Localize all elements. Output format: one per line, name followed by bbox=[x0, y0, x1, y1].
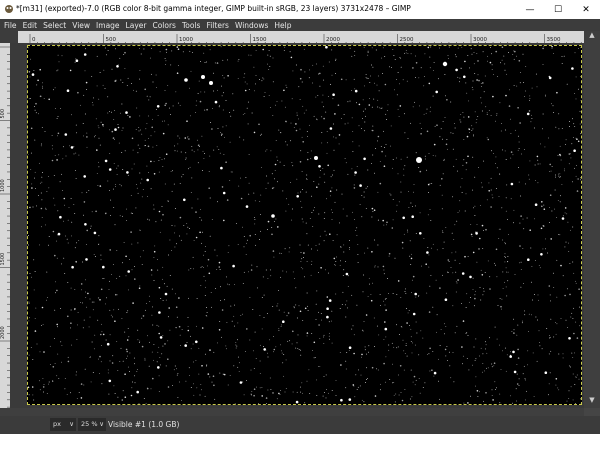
gimp-app-icon bbox=[5, 5, 13, 13]
menu-filters[interactable]: Filters bbox=[206, 21, 228, 30]
canvas-area[interactable] bbox=[10, 43, 584, 408]
v-ruler-label: 500 bbox=[0, 109, 6, 119]
gimp-window: *[m31] (exported)-7.0 (RGB color 8-bit g… bbox=[0, 0, 600, 454]
scroll-down-icon[interactable]: ▼ bbox=[584, 396, 600, 408]
menu-edit[interactable]: Edit bbox=[23, 21, 38, 30]
menu-select[interactable]: Select bbox=[43, 21, 66, 30]
window-title: *[m31] (exported)-7.0 (RGB color 8-bit g… bbox=[16, 4, 411, 13]
menu-tools[interactable]: Tools bbox=[182, 21, 200, 30]
minimize-icon: — bbox=[525, 4, 535, 15]
menu-colors[interactable]: Colors bbox=[152, 21, 176, 30]
scroll-up-icon[interactable]: ▲ bbox=[584, 31, 600, 43]
horizontal-scrollbar[interactable] bbox=[0, 408, 584, 416]
desktop-strip bbox=[0, 434, 600, 454]
maximize-icon: ☐ bbox=[553, 4, 563, 15]
maximize-button[interactable]: ☐ bbox=[544, 0, 572, 19]
menu-windows[interactable]: Windows bbox=[235, 21, 268, 30]
unit-select[interactable]: px ∨ bbox=[50, 418, 76, 431]
starfield-image bbox=[28, 46, 581, 404]
status-bar: px ∨ 25 % ∨ Visible #1 (1.0 GB) bbox=[0, 416, 600, 434]
minimize-button[interactable]: — bbox=[516, 0, 544, 19]
zoom-select[interactable]: 25 % ∨ bbox=[78, 418, 106, 431]
menu-view[interactable]: View bbox=[72, 21, 90, 30]
vertical-scrollbar[interactable]: ▲ ▼ bbox=[584, 31, 600, 408]
v-ruler-label: 1000 bbox=[0, 179, 6, 192]
quick-mask-corner[interactable] bbox=[0, 31, 18, 43]
unit-value: px bbox=[53, 420, 61, 428]
title-bar: *[m31] (exported)-7.0 (RGB color 8-bit g… bbox=[0, 0, 600, 19]
v-ruler-label: 2000 bbox=[0, 326, 6, 339]
image-canvas[interactable] bbox=[27, 45, 582, 405]
menu-help[interactable]: Help bbox=[274, 21, 291, 30]
layer-status: Visible #1 (1.0 GB) bbox=[108, 420, 180, 429]
zoom-value: 25 % bbox=[81, 420, 98, 428]
chevron-down-icon: ∨ bbox=[69, 420, 74, 428]
close-icon: ✕ bbox=[582, 4, 590, 15]
menu-bar: File Edit Select View Image Layer Colors… bbox=[0, 19, 600, 31]
vertical-ruler-ticks: 500 1000 1500 2000 bbox=[0, 46, 10, 408]
menu-file[interactable]: File bbox=[4, 21, 17, 30]
close-button[interactable]: ✕ bbox=[572, 0, 600, 19]
menu-image[interactable]: Image bbox=[96, 21, 120, 30]
chevron-down-icon: ∨ bbox=[99, 420, 104, 428]
menu-layer[interactable]: Layer bbox=[126, 21, 147, 30]
v-ruler-label: 1500 bbox=[0, 253, 6, 266]
